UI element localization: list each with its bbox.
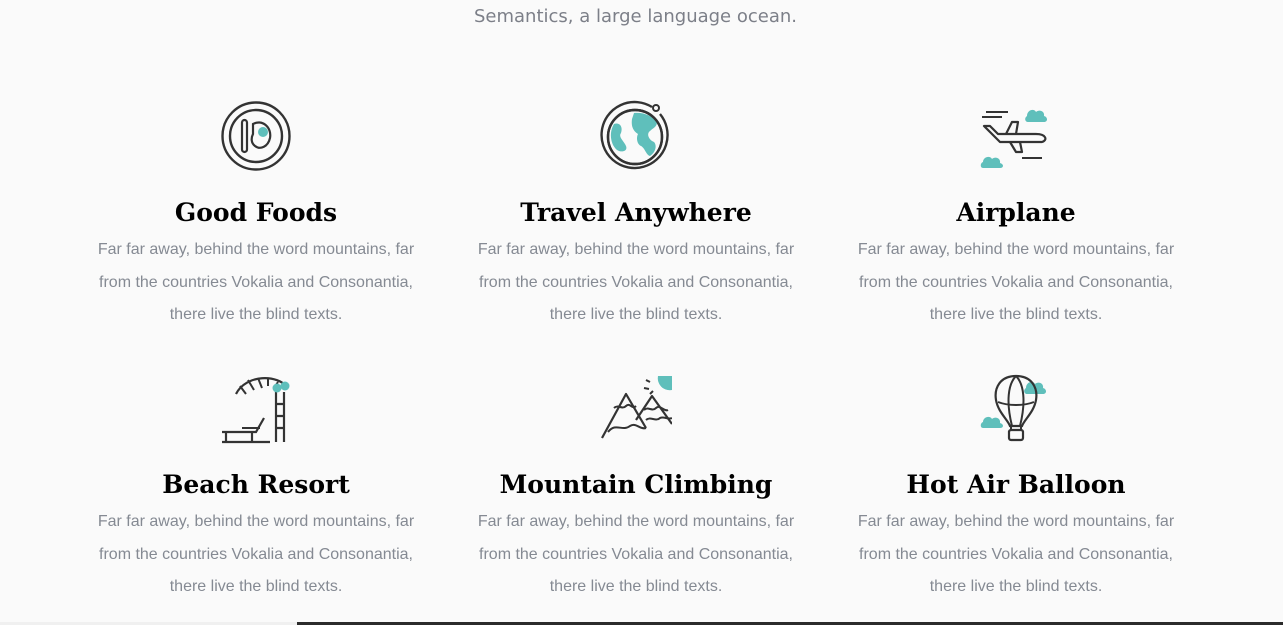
mountain-icon bbox=[601, 376, 672, 439]
food-plate-icon bbox=[221, 101, 291, 171]
service-travel-anywhere: Travel Anywhere Far far away, behind the… bbox=[446, 100, 826, 332]
service-description: Far far away, behind the word mountains,… bbox=[97, 241, 415, 323]
service-title: Airplane bbox=[956, 198, 1076, 227]
service-title: Mountain Climbing bbox=[499, 470, 773, 499]
service-description: Far far away, behind the word mountains,… bbox=[97, 513, 415, 595]
service-description: Far far away, behind the word mountains,… bbox=[477, 241, 795, 323]
service-mountain-climbing: Mountain Climbing Far far away, behind t… bbox=[446, 372, 826, 604]
hot-air-balloon-icon bbox=[980, 374, 1046, 442]
service-title: Hot Air Balloon bbox=[906, 470, 1126, 499]
service-description: Far far away, behind the word mountains,… bbox=[857, 241, 1175, 323]
service-title: Good Foods bbox=[174, 198, 338, 227]
service-description: Far far away, behind the word mountains,… bbox=[857, 513, 1175, 595]
airplane-icon bbox=[980, 109, 1047, 168]
service-description: Far far away, behind the word mountains,… bbox=[477, 513, 795, 595]
beach-resort-icon bbox=[222, 377, 290, 444]
service-beach-resort: Beach Resort Far far away, behind the wo… bbox=[66, 372, 446, 604]
service-title: Beach Resort bbox=[162, 470, 350, 499]
section-subheading: Semantics, a large language ocean. bbox=[473, 6, 797, 27]
service-airplane: Airplane Far far away, behind the word m… bbox=[826, 100, 1206, 332]
service-hot-air-balloon: Hot Air Balloon Far far away, behind the… bbox=[826, 372, 1206, 604]
globe-icon bbox=[600, 100, 669, 170]
service-good-foods: Good Foods Far far away, behind the word… bbox=[66, 100, 446, 332]
service-title: Travel Anywhere bbox=[520, 198, 752, 227]
